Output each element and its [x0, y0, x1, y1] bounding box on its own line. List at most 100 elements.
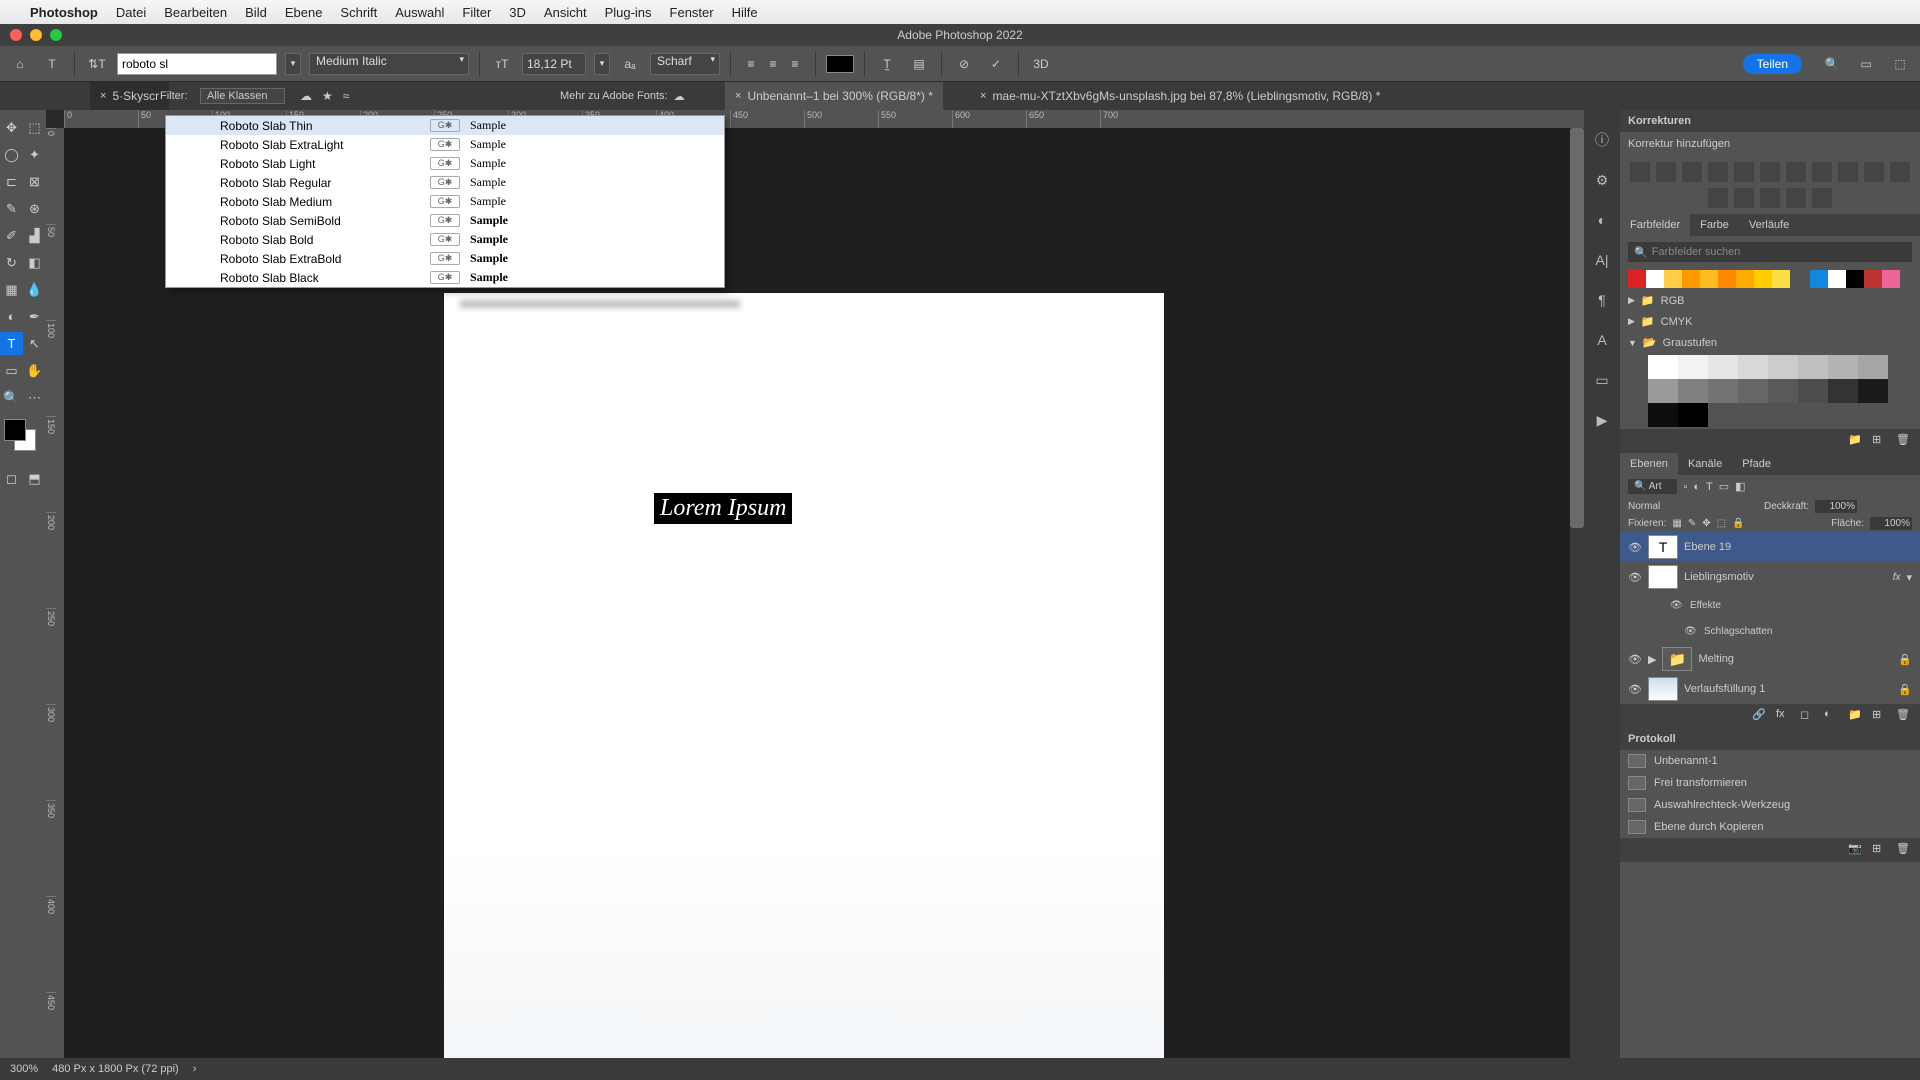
swatch[interactable]	[1738, 355, 1768, 379]
zoom-window-icon[interactable]	[50, 29, 62, 41]
character-panel-icon[interactable]: ▤	[907, 52, 931, 76]
layer-name[interactable]: Verlaufsfüllung 1	[1684, 683, 1892, 695]
tab-verlaufe[interactable]: Verläufe	[1739, 214, 1799, 236]
swatch[interactable]	[1736, 270, 1754, 288]
menu-plugins[interactable]: Plug-ins	[605, 5, 652, 20]
swatch[interactable]	[1846, 270, 1864, 288]
tab-farbfelder[interactable]: Farbfelder	[1620, 214, 1690, 236]
filter-select[interactable]: Alle Klassen	[200, 88, 285, 104]
color-swatches[interactable]	[0, 419, 46, 459]
swatch[interactable]	[1828, 270, 1846, 288]
swatch[interactable]	[1828, 379, 1858, 403]
lock-pixel-icon[interactable]: ✎	[1688, 518, 1696, 529]
type-tool-icon[interactable]: T	[0, 332, 23, 355]
crop-tool-icon[interactable]: ⊏	[0, 170, 23, 193]
quickmask-icon[interactable]: ◻	[0, 467, 23, 490]
play-icon[interactable]: ▶	[1592, 410, 1612, 430]
adjustments-panel-icon[interactable]: ◐	[1592, 210, 1612, 230]
swatch[interactable]	[1700, 270, 1718, 288]
posterize-icon[interactable]	[1734, 188, 1754, 208]
folder-graustufen[interactable]: ▼📂Graustufen	[1620, 332, 1920, 353]
history-doc[interactable]: Unbenannt-1	[1620, 750, 1920, 772]
align-right-icon[interactable]: ≡	[785, 54, 805, 74]
arrange-icon[interactable]: ⬚	[1888, 52, 1912, 76]
history-item[interactable]: Frei transformieren	[1620, 772, 1920, 794]
cancel-icon[interactable]: ⊘	[952, 52, 976, 76]
similarity-icon[interactable]: ≈	[343, 89, 350, 103]
selcolor-icon[interactable]	[1812, 188, 1832, 208]
text-color-swatch[interactable]	[826, 55, 854, 73]
filter-adj-icon[interactable]: ◐	[1693, 481, 1700, 493]
visibility-icon[interactable]: 👁	[1684, 626, 1698, 637]
close-window-icon[interactable]	[10, 29, 22, 41]
font-family-dropdown-icon[interactable]: ▾	[285, 53, 301, 75]
wand-tool-icon[interactable]: ✦	[23, 143, 46, 166]
swatch[interactable]	[1828, 355, 1858, 379]
group-icon[interactable]: 📁	[1848, 708, 1864, 724]
scrollbar-thumb[interactable]	[1570, 128, 1584, 528]
layer-row[interactable]: 👁TEbene 19	[1620, 532, 1920, 562]
favorite-icon[interactable]: ★	[322, 89, 333, 103]
lasso-tool-icon[interactable]: ◯	[0, 143, 23, 166]
brush-tool-icon[interactable]: ✐	[0, 224, 23, 247]
warp-text-icon[interactable]: T̰	[875, 52, 899, 76]
opacity-input[interactable]	[1815, 500, 1857, 513]
font-item[interactable]: Roboto Slab LightG✱Sample	[166, 154, 724, 173]
fx-icon[interactable]: fx	[1776, 708, 1792, 724]
move-tool-icon[interactable]: ✥	[0, 116, 23, 139]
font-item[interactable]: Roboto Slab RegularG✱Sample	[166, 173, 724, 192]
colbal-icon[interactable]	[1786, 162, 1806, 182]
layer-row[interactable]: 👁Effekte	[1620, 592, 1920, 618]
swatch[interactable]	[1790, 270, 1810, 288]
font-item[interactable]: Roboto Slab BlackG✱Sample	[166, 268, 724, 287]
filter-pixel-icon[interactable]: ▫	[1683, 481, 1687, 493]
menu-hilfe[interactable]: Hilfe	[732, 5, 758, 20]
tab-unbenannt[interactable]: ×Unbenannt–1 bei 300% (RGB/8*) *	[725, 82, 943, 110]
text-orientation-icon[interactable]: ⇅T	[85, 52, 109, 76]
new-swatch-icon[interactable]: ⊞	[1872, 433, 1888, 449]
trash-icon[interactable]: 🗑	[1896, 708, 1912, 724]
3d-icon[interactable]: 3D	[1029, 52, 1053, 76]
more-tools-icon[interactable]: ⋯	[23, 386, 46, 409]
chevron-down-icon[interactable]: ▾	[1906, 571, 1912, 584]
swatch[interactable]	[1678, 379, 1708, 403]
layer-name[interactable]: Ebene 19	[1684, 541, 1912, 553]
tool-preset-icon[interactable]: T	[40, 52, 64, 76]
align-left-icon[interactable]: ≡	[741, 54, 761, 74]
layer-kind-select[interactable]: 🔍 Art	[1628, 479, 1677, 494]
frame-tool-icon[interactable]: ⊠	[23, 170, 46, 193]
swatch[interactable]	[1882, 270, 1900, 288]
swatch[interactable]	[1810, 270, 1828, 288]
mask-icon[interactable]: ◻	[1800, 708, 1816, 724]
swatch[interactable]	[1718, 270, 1736, 288]
swatch[interactable]	[1646, 270, 1664, 288]
bw-icon[interactable]	[1812, 162, 1832, 182]
zoom-value[interactable]: 300%	[10, 1063, 38, 1075]
layer-row[interactable]: 👁▶📁Melting🔒	[1620, 644, 1920, 674]
hand-tool-icon[interactable]: ✋	[23, 359, 46, 382]
swatches-search[interactable]: 🔍Farbfelder suchen	[1628, 242, 1912, 262]
layer-name[interactable]: Lieblingsmotiv	[1684, 571, 1887, 583]
layer-row[interactable]: 👁Verlaufsfüllung 1🔒	[1620, 674, 1920, 704]
close-icon[interactable]: ×	[735, 90, 741, 102]
home-icon[interactable]: ⌂	[8, 52, 32, 76]
visibility-icon[interactable]: 👁	[1670, 600, 1684, 611]
menu-filter[interactable]: Filter	[462, 5, 491, 20]
tab-farbe[interactable]: Farbe	[1690, 214, 1739, 236]
swatch[interactable]	[1858, 355, 1888, 379]
swatch[interactable]	[1864, 270, 1882, 288]
paragraph-panel-icon[interactable]: ¶	[1592, 290, 1612, 310]
workspace-icon[interactable]: ▭	[1854, 52, 1878, 76]
new-doc-icon[interactable]: ⊞	[1872, 842, 1888, 858]
minimize-window-icon[interactable]	[30, 29, 42, 41]
font-item[interactable]: Roboto Slab ExtraBoldG✱Sample	[166, 249, 724, 268]
tab-pfade[interactable]: Pfade	[1732, 453, 1781, 475]
fx-label[interactable]: fx	[1893, 572, 1901, 583]
tab-kanale[interactable]: Kanäle	[1678, 453, 1732, 475]
path-select-icon[interactable]: ↖	[23, 332, 46, 355]
zoom-tool-icon[interactable]: 🔍	[0, 386, 23, 409]
levels-icon[interactable]	[1656, 162, 1676, 182]
history-item[interactable]: Ebene durch Kopieren	[1620, 816, 1920, 838]
layer-row[interactable]: 👁Lieblingsmotivfx▾	[1620, 562, 1920, 592]
layer-row[interactable]: 👁Schlagschatten	[1620, 618, 1920, 644]
